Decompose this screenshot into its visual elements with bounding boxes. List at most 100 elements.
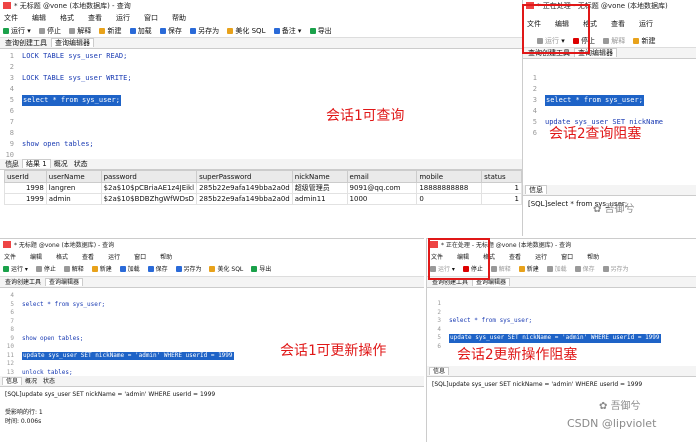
cell[interactable]: 18888888888 (416, 182, 483, 194)
load-button[interactable]: 加载 (119, 266, 140, 273)
save-button[interactable]: 保存 (574, 266, 595, 273)
save-as-button[interactable]: 另存为 (602, 266, 629, 273)
menu-view[interactable]: 查看 (82, 254, 94, 261)
column-header[interactable]: password (100, 170, 198, 183)
menu-help[interactable]: 帮助 (587, 254, 599, 261)
menu-edit[interactable]: 编辑 (32, 14, 46, 22)
sql-editor[interactable]: 1 2 3 select * from sys_user; 4 5 update s… (427, 288, 696, 366)
explain-button[interactable]: 解释 (69, 27, 91, 35)
explain-button[interactable]: 解释 (63, 266, 84, 273)
cell[interactable]: 1998 (4, 182, 47, 194)
menu-run[interactable]: 运行 (639, 20, 653, 28)
code-line: 13 unlock tables; (6, 368, 73, 376)
export-button[interactable]: 导出 (309, 27, 332, 35)
save-button[interactable]: 保存 (159, 27, 182, 35)
cell[interactable]: admin (45, 193, 102, 205)
new-button[interactable]: 新建 (518, 266, 539, 273)
tab-info[interactable]: 信息 (2, 377, 23, 385)
save-button[interactable]: 保存 (147, 266, 168, 273)
cell[interactable]: 285b22e9afa149bba2a0d (196, 193, 293, 205)
menu-edit[interactable]: 编辑 (30, 254, 42, 261)
toolbar: 运行 ▾ 停止 解释 新建 加载 保存 另存为 美化 SQL 导出 (0, 263, 424, 277)
cell[interactable]: $2a$10$pCBriaAE1z4JEikl (100, 182, 198, 194)
cell[interactable]: 1000 (346, 193, 418, 205)
cell[interactable]: 285b22e9afa149bba2a0d (196, 182, 293, 194)
cell[interactable]: 超级管理员 (291, 182, 348, 194)
menu-help[interactable]: 帮助 (172, 14, 186, 22)
column-header[interactable]: nickName (291, 170, 348, 183)
sql-editor[interactable]: 1 2 3 select * from sys_user; 4 5 update s… (523, 59, 696, 142)
tab-query-builder[interactable]: 查询创建工具 (429, 279, 471, 286)
tab-query-editor[interactable]: 查询编辑器 (51, 38, 94, 47)
menu-run[interactable]: 运行 (535, 254, 547, 261)
table-row[interactable]: 1999 admin $2a$10$BDBZhgWfWDsD 285b22e9afa1… (4, 193, 522, 205)
comment-button[interactable]: 备注 ▾ (273, 27, 301, 35)
menu-window[interactable]: 窗口 (134, 254, 146, 261)
menu-window[interactable]: 窗口 (561, 254, 573, 261)
menu-run[interactable]: 运行 (116, 14, 130, 22)
stop-icon (38, 28, 45, 34)
highlight-box (522, 4, 590, 54)
export-button[interactable]: 导出 (251, 266, 271, 273)
menu-help[interactable]: 帮助 (160, 254, 172, 261)
code-line: 5 select * from sys_user; (10, 300, 106, 308)
menu-file[interactable]: 文件 (4, 14, 18, 22)
tab-query-builder[interactable]: 查询创建工具 (2, 39, 50, 47)
beautify-sql-button[interactable]: 美化 SQL (227, 27, 265, 35)
sql-editor[interactable]: 4 5 select * from sys_user; 6 7 8 9 show o… (0, 288, 424, 376)
column-header[interactable]: userId (4, 170, 47, 183)
beautify-sql-button[interactable]: 美化 SQL (209, 266, 243, 273)
explain-button[interactable]: 解释 (490, 266, 511, 273)
result-grid: userId userName password superPassword n… (4, 170, 522, 205)
sql-editor[interactable]: 1 LOCK TABLE sys_user READ; 2 3 LOCK TABLE… (0, 49, 522, 170)
cell[interactable]: 0 (416, 193, 483, 205)
load-button[interactable]: 加载 (546, 266, 567, 273)
code-line: 6 (9, 107, 14, 115)
stop-button[interactable]: 停止 (38, 27, 61, 35)
message-line (5, 399, 419, 408)
tab-status[interactable]: 状态 (40, 378, 58, 385)
menu-format[interactable]: 格式 (60, 14, 74, 22)
menu-run[interactable]: 运行 (108, 254, 120, 261)
cell[interactable]: 1999 (4, 193, 47, 205)
save-as-button[interactable]: 另存为 (175, 266, 202, 273)
column-header[interactable]: email (346, 170, 418, 183)
tab-profile[interactable]: 概况 (22, 378, 40, 385)
new-button[interactable]: 新建 (91, 266, 112, 273)
cell[interactable]: 9091@qq.com (346, 182, 418, 194)
tab-query-editor[interactable]: 查询编辑器 (45, 278, 84, 286)
new-button[interactable]: 新建 (633, 37, 655, 45)
column-header[interactable]: status (481, 170, 522, 183)
cell[interactable]: $2a$10$BDBZhgWfWDsD (100, 193, 198, 205)
menu-view[interactable]: 查看 (611, 20, 625, 28)
load-icon (119, 266, 126, 272)
menu-view[interactable]: 查看 (509, 254, 521, 261)
explain-button[interactable]: 解释 (603, 37, 625, 45)
menu-file[interactable]: 文件 (4, 254, 16, 261)
code-line: 9 show open tables; (9, 140, 94, 148)
menu-view[interactable]: 查看 (88, 14, 102, 22)
save-as-icon (190, 28, 197, 34)
tab-query-builder[interactable]: 查询创建工具 (2, 279, 44, 286)
tab-info[interactable]: 信息 (525, 185, 547, 194)
new-button[interactable]: 新建 (99, 27, 121, 35)
column-header[interactable]: userName (45, 170, 102, 183)
load-button[interactable]: 加载 (129, 27, 152, 35)
cell[interactable]: 1 (481, 193, 522, 205)
column-header[interactable]: mobile (416, 170, 483, 183)
code-line: 4 (437, 325, 441, 333)
menu-window[interactable]: 窗口 (144, 14, 158, 22)
cell[interactable]: langren (45, 182, 102, 194)
watermark: ✿ 吾御兮 (599, 401, 641, 412)
cell[interactable]: 1 (481, 182, 522, 194)
save-icon (159, 28, 166, 34)
table-row[interactable]: 1998 langren $2a$10$pCBriaAE1z4JEikl 285b22… (4, 182, 522, 194)
menu-format[interactable]: 格式 (56, 254, 68, 261)
run-button[interactable]: 运行 ▾ (3, 266, 28, 273)
save-as-button[interactable]: 另存为 (190, 27, 219, 35)
column-header[interactable]: superPassword (196, 170, 293, 183)
cell[interactable]: admin11 (291, 193, 348, 205)
tab-info[interactable]: 信息 (429, 367, 450, 375)
stop-button[interactable]: 停止 (35, 266, 56, 273)
run-button[interactable]: 运行 ▾ (3, 27, 31, 35)
